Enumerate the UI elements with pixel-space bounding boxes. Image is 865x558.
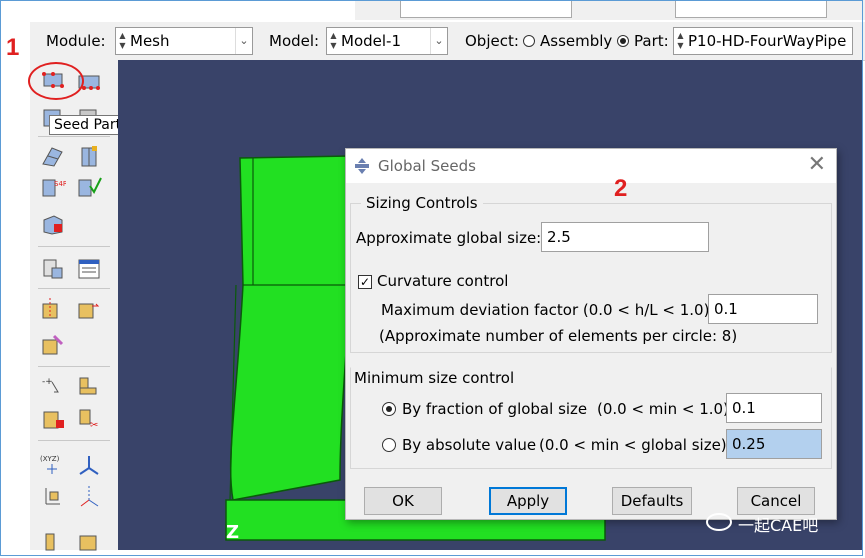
image-border bbox=[0, 0, 863, 556]
